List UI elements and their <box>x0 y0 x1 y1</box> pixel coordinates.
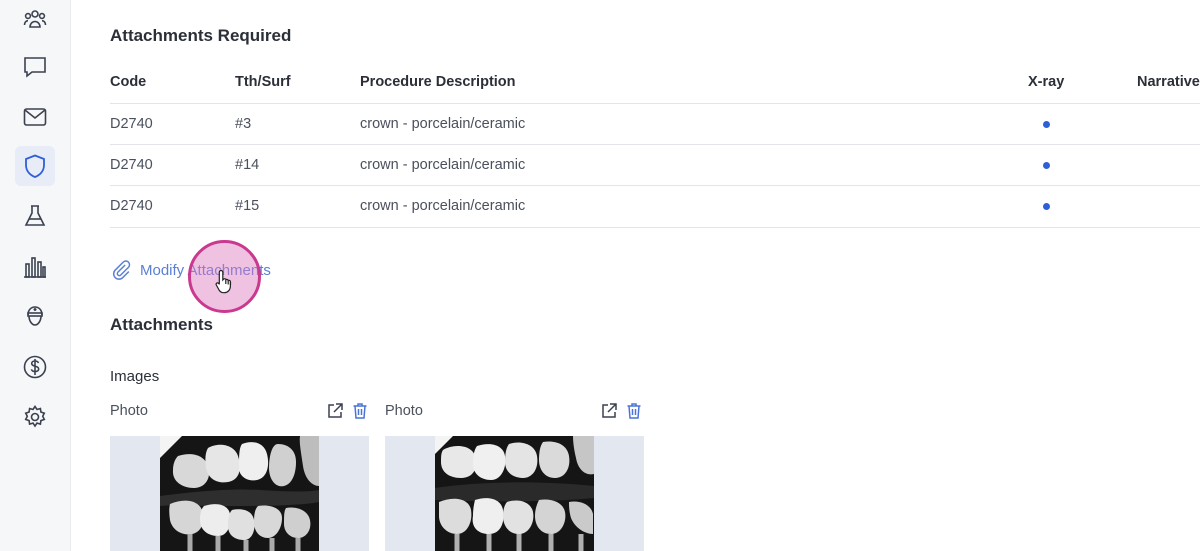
photo-thumbnail[interactable] <box>385 436 644 551</box>
tooth-cell: #15 <box>235 198 260 214</box>
gear-icon <box>24 405 46 428</box>
paperclip-icon <box>112 260 131 280</box>
photo-thumbnail[interactable] <box>110 436 369 551</box>
sidebar-item-people[interactable] <box>15 0 55 38</box>
trash-icon <box>353 403 367 419</box>
table-row: D2740 #15 crown - porcelain/ceramic <box>110 185 1200 228</box>
envelope-icon <box>23 108 47 126</box>
column-header-tooth-surface: Tth/Surf <box>235 74 291 90</box>
delete-photo-button[interactable] <box>350 401 370 421</box>
open-photo-button[interactable] <box>599 401 619 421</box>
sidebar <box>0 0 71 551</box>
images-label: Images <box>110 368 160 385</box>
xray-required-indicator <box>1043 203 1050 210</box>
sidebar-item-insurance[interactable] <box>15 146 55 186</box>
main-content: Attachments Required Code Tth/Surf Proce… <box>70 0 1200 551</box>
code-cell: D2740 <box>110 198 153 214</box>
flask-icon <box>24 205 46 226</box>
trash-icon <box>627 403 641 419</box>
column-header-description: Procedure Description <box>360 74 516 90</box>
open-external-icon <box>602 403 617 418</box>
table-row: D2740 #14 crown - porcelain/ceramic <box>110 144 1200 186</box>
bar-chart-icon <box>24 257 46 278</box>
xray-required-indicator <box>1043 162 1050 169</box>
people-group-icon <box>23 10 47 28</box>
photo-label: Photo <box>110 403 148 419</box>
description-cell: crown - porcelain/ceramic <box>360 157 526 173</box>
hand-pointer-icon <box>215 269 232 294</box>
table-row: D2740 #3 crown - porcelain/ceramic <box>110 103 1200 145</box>
sidebar-item-billing[interactable] <box>15 347 55 387</box>
column-header-narrative: Narrative <box>1137 74 1200 90</box>
code-cell: D2740 <box>110 116 153 132</box>
delete-photo-button[interactable] <box>624 401 644 421</box>
xray-image <box>435 436 594 551</box>
attachments-required-title: Attachments Required <box>110 26 292 45</box>
open-photo-button[interactable] <box>325 401 345 421</box>
tooth-cell: #14 <box>235 157 260 173</box>
sidebar-item-lab[interactable] <box>15 196 55 236</box>
sidebar-item-provider[interactable] <box>15 297 55 337</box>
dollar-icon <box>23 355 47 379</box>
doctor-icon <box>27 306 43 326</box>
tooth-cell: #3 <box>235 116 252 132</box>
code-cell: D2740 <box>110 157 153 173</box>
xray-required-indicator <box>1043 121 1050 128</box>
sidebar-item-messages[interactable] <box>15 47 55 87</box>
column-header-xray: X-ray <box>1028 74 1065 90</box>
sidebar-item-settings[interactable] <box>15 397 55 437</box>
description-cell: crown - porcelain/ceramic <box>360 198 526 214</box>
shield-icon <box>25 154 45 178</box>
open-external-icon <box>328 403 343 418</box>
xray-image <box>160 436 319 551</box>
sidebar-item-mail[interactable] <box>15 97 55 137</box>
chat-bubble-icon <box>24 57 46 78</box>
column-header-code: Code <box>110 74 147 90</box>
attachments-title: Attachments <box>110 315 213 334</box>
sidebar-item-reports[interactable] <box>15 247 55 287</box>
description-cell: crown - porcelain/ceramic <box>360 116 526 132</box>
photo-label: Photo <box>385 403 423 419</box>
